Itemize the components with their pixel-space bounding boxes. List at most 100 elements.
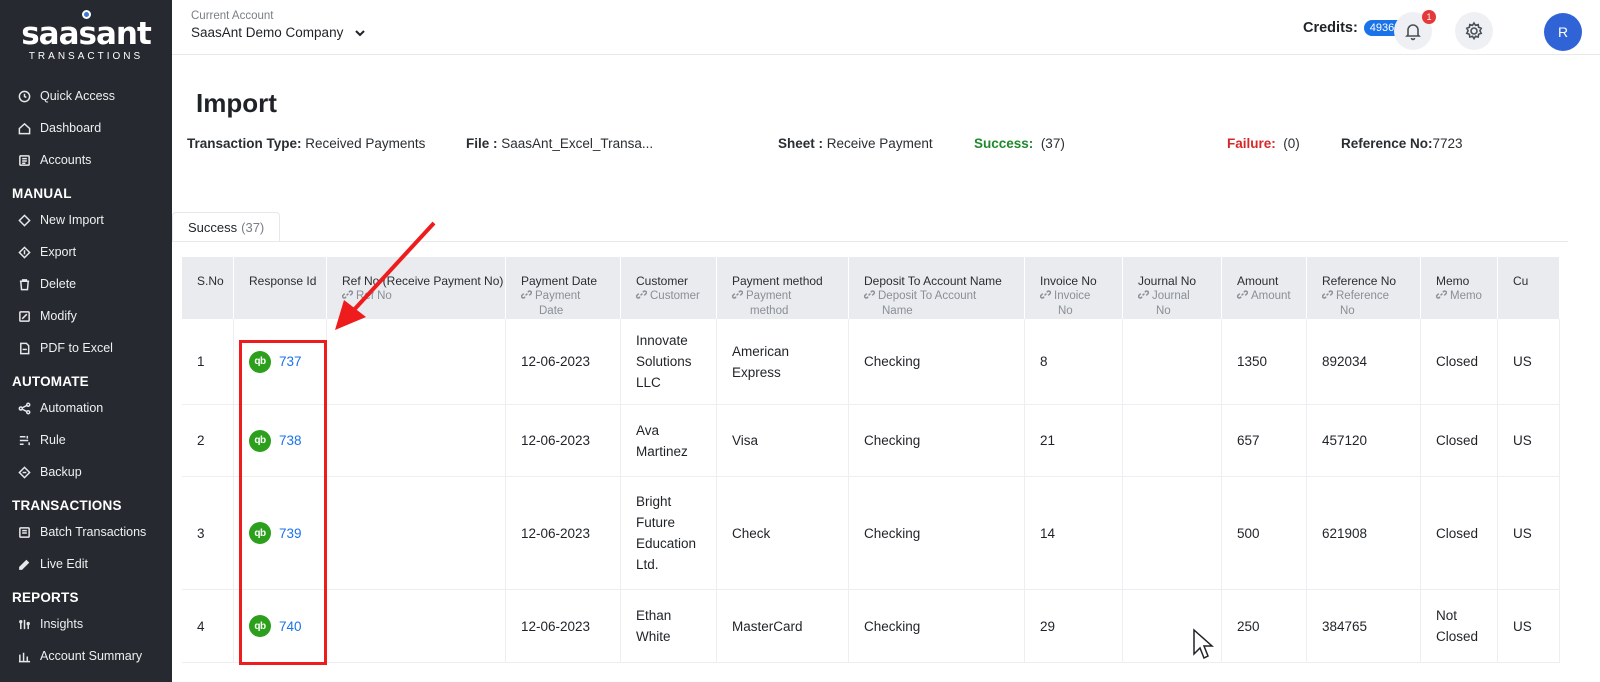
column-mapping-line2: Date: [539, 305, 564, 317]
transaction-type-meta: Transaction Type: Received Payments: [187, 136, 425, 151]
pdf-icon: [17, 341, 31, 355]
cell-line: Ava: [636, 422, 660, 438]
sidebar-item-label: Account Summary: [40, 649, 143, 663]
column-header-title: Reference No: [1322, 274, 1397, 288]
link-icon: [1039, 290, 1054, 302]
column-mapping: Customer: [635, 289, 716, 304]
column-header[interactable]: Customer Customer: [621, 257, 717, 319]
reference-label: Reference No:: [1341, 136, 1433, 151]
cell-value: Checking: [864, 354, 921, 369]
cell-line: Education: [636, 536, 697, 551]
failure-label: Failure:: [1227, 136, 1276, 151]
column-mapping: Payment: [520, 289, 620, 304]
cell-value: 250: [1237, 618, 1260, 634]
brand-logo[interactable]: saasant TRANSACTIONS: [0, 0, 172, 80]
sidebar-item-live-edit[interactable]: Live Edit: [0, 550, 172, 578]
cell-customer: Innovate Solutions LLC: [621, 319, 717, 404]
sidebar-item-quick-access[interactable]: Quick Access: [0, 82, 172, 110]
cell-value: 500: [1237, 525, 1260, 541]
column-header[interactable]: Cu: [1498, 257, 1560, 319]
column-header[interactable]: S.No: [182, 257, 234, 319]
reference-meta: Reference No:7723: [1341, 136, 1463, 151]
top-header: Current Account SaasAnt Demo Company Cre…: [172, 0, 1600, 55]
cell-payment-date: 12-06-2023: [506, 477, 621, 589]
mouse-cursor-icon: [1193, 628, 1214, 660]
column-header[interactable]: Invoice No Invoice No: [1025, 257, 1123, 319]
tab-success[interactable]: Success (37): [172, 212, 281, 242]
cell-customer: Bright Future Education Ltd.: [621, 477, 717, 589]
column-header[interactable]: Payment method Payment method: [717, 257, 849, 319]
cell-lines: Ethan White: [636, 605, 671, 647]
cell-memo: Closed: [1421, 477, 1498, 589]
cell-value: 21: [1040, 433, 1056, 448]
sidebar-item-accounts[interactable]: Accounts: [0, 146, 172, 174]
cell-value: 12-06-2023: [521, 354, 591, 369]
sidebar-item-pdf-to-excel[interactable]: PDF to Excel: [0, 334, 172, 362]
cell-line: Ethan: [636, 608, 672, 623]
failure-meta: Failure: (0): [1227, 136, 1300, 151]
cell-value: 1350: [1237, 354, 1268, 369]
table-row[interactable]: 3 qb 739 12-06-2023 Bright Future Education Ltd…: [182, 477, 1560, 590]
column-header[interactable]: Deposit To Account Name Deposit To Accoun…: [849, 257, 1025, 319]
logo-text: saasant: [21, 15, 152, 52]
cell-lines: Closed: [1436, 430, 1478, 451]
table-row[interactable]: 2 qb 738 12-06-2023 Ava Martinez Visa Checking 2…: [182, 405, 1560, 477]
cell-currency: US: [1498, 477, 1560, 589]
sidebar-item-insights[interactable]: Insights: [0, 610, 172, 638]
cell-payment-method: MasterCard: [717, 590, 849, 662]
current-account-label: Current Account: [191, 10, 274, 22]
chevron-down-icon: [355, 29, 366, 36]
cell-sno: 3: [182, 477, 234, 589]
sidebar-item-batch-transactions[interactable]: Batch Transactions: [0, 518, 172, 546]
cell-line: Express: [732, 364, 781, 380]
column-mapping: Memo: [1435, 289, 1497, 304]
tab-success-count: (37): [241, 220, 265, 235]
column-header[interactable]: Payment Date Payment Date: [506, 257, 621, 319]
notification-count-badge: 1: [1422, 10, 1436, 24]
column-header[interactable]: Journal No Journal No: [1123, 257, 1222, 319]
sidebar-item-label: Insights: [40, 617, 84, 631]
sidebar-item-export[interactable]: Export: [0, 238, 172, 266]
sidebar-item-dashboard[interactable]: Dashboard: [0, 114, 172, 142]
column-header[interactable]: Response Id: [234, 257, 327, 319]
column-header[interactable]: Reference No Reference No: [1307, 257, 1421, 319]
home-icon: [17, 121, 31, 135]
sidebar-item-backup[interactable]: Backup: [0, 458, 172, 486]
cell-line: Visa: [732, 433, 759, 448]
sidebar-item-label: Delete: [40, 277, 77, 291]
sidebar-section-manual: MANUAL: [12, 186, 72, 201]
tab-success-label: Success: [188, 220, 238, 235]
cell-line: Bright: [636, 494, 672, 509]
settings-button[interactable]: [1455, 12, 1493, 50]
cell-value: 2: [197, 433, 205, 448]
sidebar-item-automation[interactable]: Automation: [0, 394, 172, 422]
user-avatar[interactable]: R: [1544, 13, 1582, 51]
trash-icon: [17, 277, 31, 291]
account-selector[interactable]: SaasAnt Demo Company: [191, 25, 367, 40]
cell-value: Checking: [864, 618, 921, 634]
cell-deposit-to: Checking: [849, 405, 1025, 476]
accounts-icon: [17, 153, 31, 167]
column-mapping-label: Reference: [1336, 290, 1390, 302]
cell-deposit-to: Checking: [849, 319, 1025, 404]
sidebar-item-label: Export: [40, 245, 77, 259]
success-value: (37): [1040, 136, 1065, 151]
cell-line: Closed: [1436, 629, 1479, 644]
quick-access-icon: [17, 89, 31, 103]
cell-lines: Innovate Solutions LLC: [636, 330, 692, 393]
sidebar-item-account-summary[interactable]: Account Summary: [0, 642, 172, 670]
sidebar-item-modify[interactable]: Modify: [0, 302, 172, 330]
sidebar-item-delete[interactable]: Delete: [0, 270, 172, 298]
sidebar-item-rule[interactable]: Rule: [0, 426, 172, 454]
notifications-button[interactable]: 1: [1394, 10, 1436, 50]
cell-value: US: [1513, 525, 1532, 541]
column-header[interactable]: Amount Amount: [1222, 257, 1307, 319]
table-row[interactable]: 4 qb 740 12-06-2023 Ethan White MasterCard Chec…: [182, 590, 1560, 663]
column-mapping-line2: method: [750, 305, 789, 317]
sidebar-item-label: Modify: [40, 309, 77, 323]
sidebar-item-new-import[interactable]: New Import: [0, 206, 172, 234]
page-title: Import: [196, 88, 277, 118]
cell-line: Not: [1436, 608, 1458, 623]
cell-deposit-to: Checking: [849, 477, 1025, 589]
column-header[interactable]: Memo Memo: [1421, 257, 1498, 319]
